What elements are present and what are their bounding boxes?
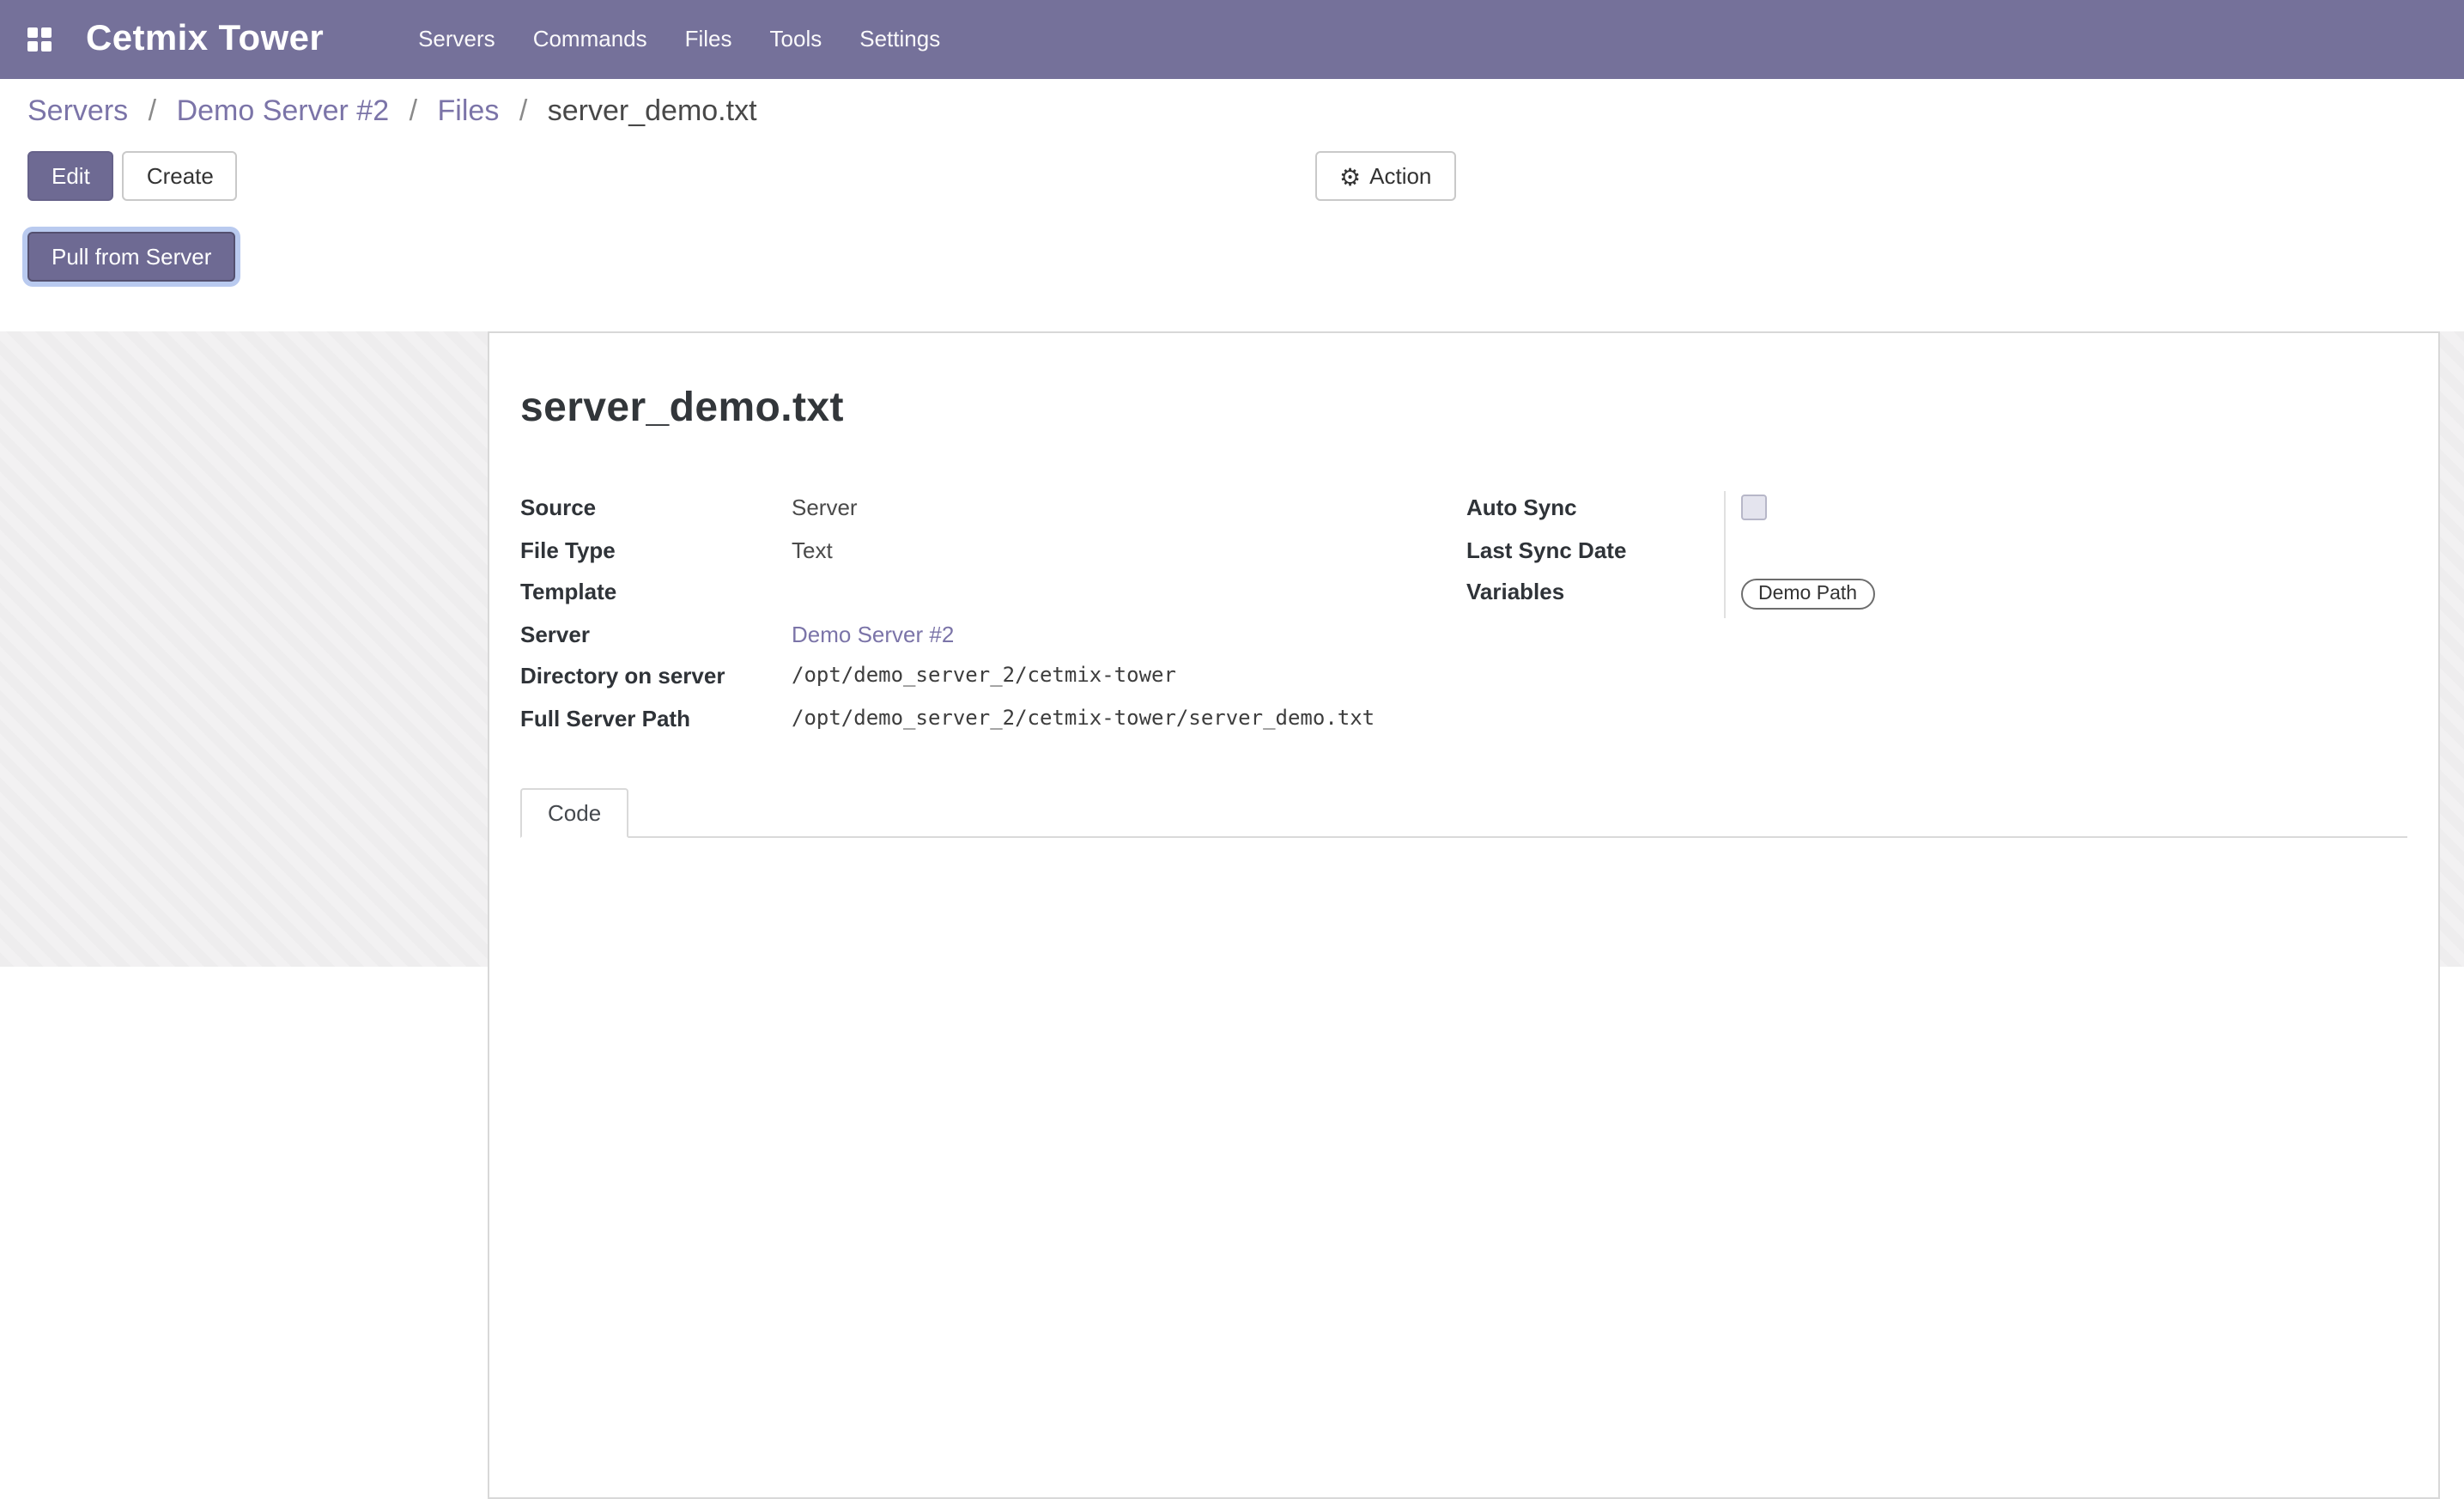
nav-item-files[interactable]: Files <box>666 0 751 79</box>
field-label: Auto Sync <box>1466 491 1724 524</box>
pull-from-server-button[interactable]: Pull from Server <box>27 232 235 282</box>
app-window: Cetmix Tower Servers Commands Files Tool… <box>0 0 2464 920</box>
tab-content-code <box>520 838 2407 958</box>
breadcrumb-servers[interactable]: Servers <box>27 94 128 127</box>
action-menu-button[interactable]: ⚙ Action <box>1315 151 1455 201</box>
field-label: Server <box>520 617 792 650</box>
breadcrumb-separator: / <box>149 94 156 127</box>
field-last-sync-date: Last Sync Date <box>1466 533 2407 575</box>
apps-grid-icon <box>27 27 52 52</box>
field-server: Server Demo Server #2 <box>520 617 1466 659</box>
breadcrumb-separator: / <box>410 94 417 127</box>
field-source: Source Server <box>520 491 1466 533</box>
nav-item-commands[interactable]: Commands <box>514 0 666 79</box>
field-label: Full Server Path <box>520 701 792 734</box>
action-menu-label: Action <box>1369 161 1431 191</box>
content-area: server_demo.txt Source Server File Type … <box>0 331 2464 967</box>
field-file-type: File Type Text <box>520 533 1466 575</box>
auto-sync-checkbox[interactable] <box>1741 495 1767 520</box>
variable-tag: Demo Path <box>1741 579 1874 610</box>
field-directory: Directory on server /opt/demo_server_2/c… <box>520 659 1466 701</box>
main-menu: Servers Commands Files Tools Settings <box>399 0 959 79</box>
field-auto-sync: Auto Sync <box>1466 491 2407 533</box>
field-value: Server <box>792 491 858 524</box>
create-button[interactable]: Create <box>123 151 238 201</box>
field-value: /opt/demo_server_2/cetmix-tower <box>792 659 1176 692</box>
field-label: Source <box>520 491 792 524</box>
field-value: /opt/demo_server_2/cetmix-tower/server_d… <box>792 701 1375 734</box>
field-label: Template <box>520 575 792 608</box>
top-navbar: Cetmix Tower Servers Commands Files Tool… <box>0 0 2464 79</box>
nav-item-tools[interactable]: Tools <box>751 0 841 79</box>
breadcrumb-current: server_demo.txt <box>548 94 757 127</box>
field-variables: Variables Demo Path <box>1466 575 2407 617</box>
field-value <box>1724 533 1947 575</box>
notebook: Code <box>520 788 2407 958</box>
field-template: Template <box>520 575 1466 617</box>
form-sheet: server_demo.txt Source Server File Type … <box>488 331 2440 1499</box>
breadcrumb-separator: / <box>519 94 527 127</box>
object-buttons-row: Pull from Server <box>27 225 2437 307</box>
nav-item-settings[interactable]: Settings <box>841 0 959 79</box>
field-label: Directory on server <box>520 659 792 692</box>
app-brand[interactable]: Cetmix Tower <box>86 19 324 60</box>
breadcrumb-files[interactable]: Files <box>438 94 500 127</box>
breadcrumb: Servers / Demo Server #2 / Files / serve… <box>27 89 2437 134</box>
field-group-left: Source Server File Type Text Template Se… <box>520 491 1466 743</box>
breadcrumb-demo-server[interactable]: Demo Server #2 <box>177 94 390 127</box>
toolbar: Edit Create ⚙ Action <box>27 151 2437 203</box>
edit-button[interactable]: Edit <box>27 151 114 201</box>
server-link[interactable]: Demo Server #2 <box>792 621 954 646</box>
field-group-right: Auto Sync Last Sync Date Variables Demo … <box>1466 491 2407 743</box>
field-label: File Type <box>520 533 792 566</box>
control-panel: Servers / Demo Server #2 / Files / serve… <box>0 79 2464 307</box>
tab-bar: Code <box>520 788 2407 838</box>
record-title: server_demo.txt <box>520 381 2407 436</box>
field-full-path: Full Server Path /opt/demo_server_2/cetm… <box>520 701 1466 743</box>
field-label: Last Sync Date <box>1466 533 1724 566</box>
field-value: Text <box>792 533 833 566</box>
gear-icon: ⚙ <box>1339 164 1361 188</box>
tab-code[interactable]: Code <box>520 788 628 838</box>
nav-item-servers[interactable]: Servers <box>399 0 514 79</box>
form-fields: Source Server File Type Text Template Se… <box>520 491 2407 743</box>
apps-menu-icon[interactable] <box>27 27 52 52</box>
field-label: Variables <box>1466 575 1724 608</box>
